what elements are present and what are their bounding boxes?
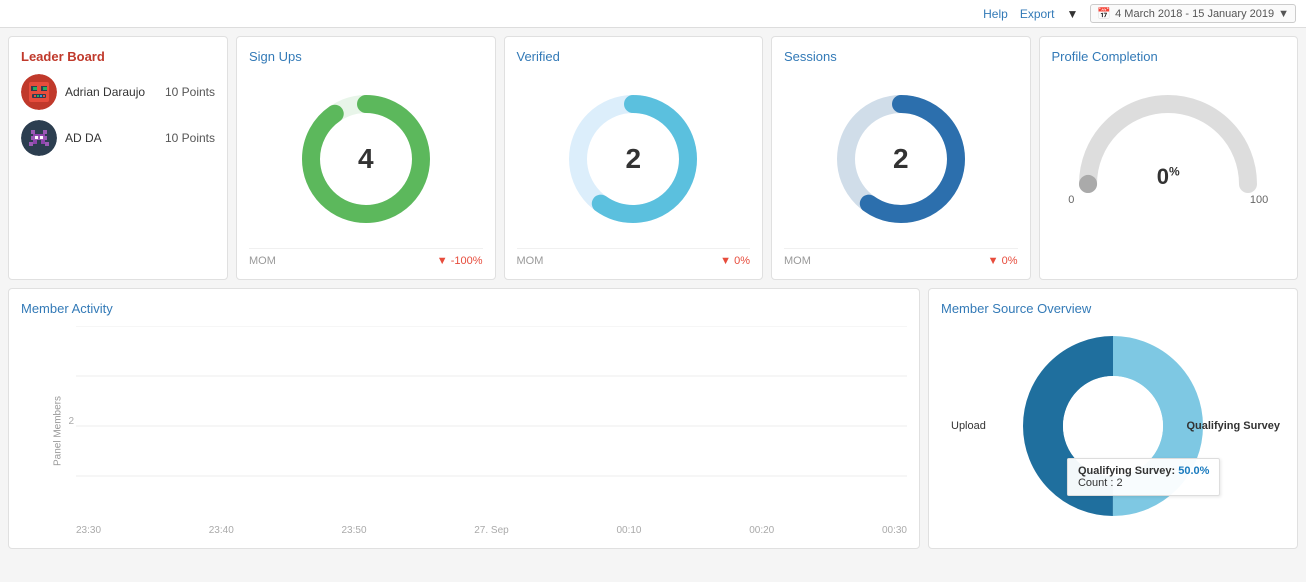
sessions-title: Sessions [784, 49, 1018, 64]
profile-title: Profile Completion [1052, 49, 1286, 64]
signups-title: Sign Ups [249, 49, 483, 64]
date-range-chevron: ▼ [1278, 8, 1289, 20]
activity-title: Member Activity [21, 301, 907, 316]
x-label-0: 23:30 [76, 525, 101, 536]
verified-title: Verified [517, 49, 751, 64]
source-title: Member Source Overview [941, 301, 1285, 316]
x-label-3: 27. Sep [474, 525, 508, 536]
date-range[interactable]: 📅 4 March 2018 - 15 January 2019 ▼ [1090, 4, 1296, 23]
leader-points-1: 10 Points [165, 85, 215, 99]
x-label-1: 23:40 [209, 525, 234, 536]
sessions-donut-wrapper: 2 [784, 74, 1018, 244]
gauge-max-label: 100 [1250, 194, 1268, 206]
verified-mom: MOM ▼ 0% [517, 248, 751, 267]
verified-mom-value: ▼ 0% [720, 255, 750, 267]
x-label-5: 00:20 [749, 525, 774, 536]
sessions-value: 2 [893, 143, 909, 175]
signups-donut-wrapper: 4 [249, 74, 483, 244]
source-label-right: Qualifying Survey [1186, 420, 1280, 432]
source-tooltip: Qualifying Survey: 50.0% Count : 2 [1067, 458, 1220, 496]
leader-name-2: AD DA [65, 131, 157, 145]
export-link[interactable]: Export [1020, 7, 1055, 21]
sessions-donut: 2 [826, 84, 976, 234]
avatar-1 [21, 74, 57, 110]
leader-item-1: Adrian Daraujo 10 Points [21, 74, 215, 110]
gauge-wrapper: 0% 0 100 [1052, 74, 1286, 216]
bottom-row: Member Activity Panel Members 2 [8, 288, 1298, 549]
verified-mom-label: MOM [517, 255, 544, 267]
top-bar: Help Export ▼ 📅 4 March 2018 - 15 Januar… [0, 0, 1306, 28]
source-label-left: Upload [951, 420, 986, 432]
leader-name-1: Adrian Daraujo [65, 85, 157, 99]
activity-card: Member Activity Panel Members 2 [8, 288, 920, 549]
gauge-labels: 0 100 [1068, 194, 1268, 206]
x-label-2: 23:50 [342, 525, 367, 536]
signups-mom-value: ▼ -100% [437, 255, 483, 267]
down-arrow-icon-2: ▼ [720, 255, 731, 267]
tooltip-percent: 50.0% [1178, 465, 1209, 477]
verified-donut-wrapper: 2 [517, 74, 751, 244]
gauge-min-label: 0 [1068, 194, 1074, 206]
date-range-text: 4 March 2018 - 15 January 2019 [1115, 8, 1274, 20]
help-link[interactable]: Help [983, 7, 1008, 21]
signups-mom: MOM ▼ -100% [249, 248, 483, 267]
verified-value: 2 [625, 143, 641, 175]
down-arrow-icon: ▼ [437, 255, 448, 267]
signups-card: Sign Ups 4 MOM ▼ -100% [236, 36, 496, 280]
y-num-2: 2 [68, 416, 74, 427]
leader-points-2: 10 Points [165, 131, 215, 145]
x-label-4: 00:10 [616, 525, 641, 536]
signups-mom-label: MOM [249, 255, 276, 267]
avatar-2 [21, 120, 57, 156]
leader-item-2: AD DA 10 Points [21, 120, 215, 156]
leaderboard-card: Leader Board [8, 36, 228, 280]
verified-donut: 2 [558, 84, 708, 234]
source-card: Member Source Overview Upload Qualifying… [928, 288, 1298, 549]
verified-card: Verified 2 MOM ▼ 0% [504, 36, 764, 280]
calendar-icon: 📅 [1097, 7, 1111, 20]
source-donut-wrapper: Upload Qualifying Survey Qualifying Surv… [941, 326, 1285, 526]
main-content: Leader Board [0, 28, 1306, 557]
x-label-6: 00:30 [882, 525, 907, 536]
tooltip-count-value: 2 [1116, 477, 1122, 489]
profile-card: Profile Completion 0% 0 100 [1039, 36, 1299, 280]
profile-value: 0% [1157, 164, 1180, 189]
sessions-mom-label: MOM [784, 255, 811, 267]
sessions-mom-value: ▼ 0% [988, 255, 1018, 267]
tooltip-label: Qualifying Survey: [1078, 465, 1175, 477]
down-arrow-icon-3: ▼ [988, 255, 999, 267]
signups-value: 4 [358, 143, 374, 175]
sessions-card: Sessions 2 MOM ▼ 0% [771, 36, 1031, 280]
leaderboard-title: Leader Board [21, 49, 215, 64]
top-row: Leader Board [8, 36, 1298, 280]
sessions-mom: MOM ▼ 0% [784, 248, 1018, 267]
signups-donut: 4 [291, 84, 441, 234]
tooltip-count-label: Count : [1078, 477, 1113, 489]
